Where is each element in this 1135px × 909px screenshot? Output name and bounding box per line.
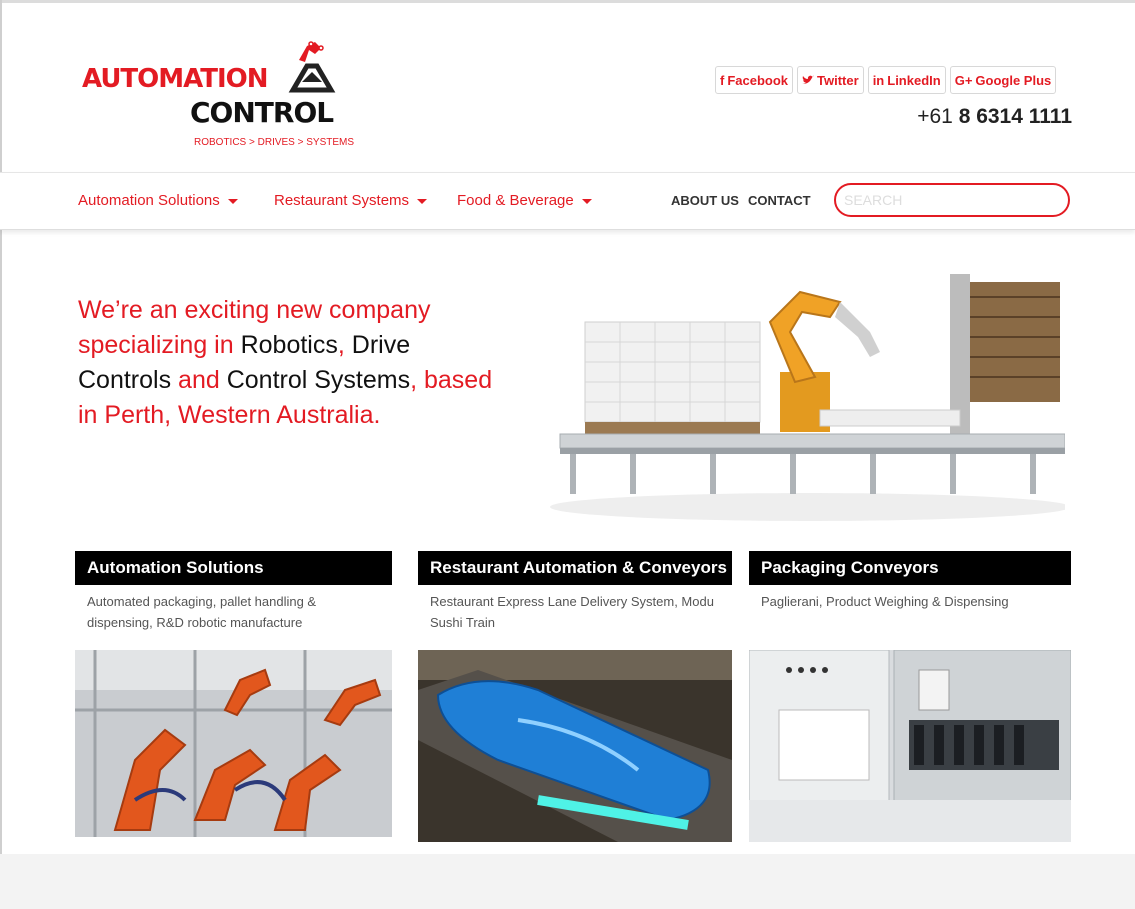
caret-down-icon [581, 198, 592, 204]
card-description: Paglierani, Product Weighing & Dispensin… [761, 594, 1009, 609]
nav-restaurant-systems[interactable]: Restaurant Systems [274, 192, 428, 209]
search-input[interactable] [834, 183, 1070, 217]
card-restaurant-automation[interactable]: Restaurant Automation & Conveyors Restau… [418, 551, 732, 842]
sushi-train-image[interactable] [418, 650, 732, 842]
hero-headline: We’re an exciting new company specializi… [78, 293, 498, 433]
phone-digits: 8 6314 1111 [958, 105, 1072, 128]
card-title[interactable]: Automation Solutions [75, 551, 392, 585]
hero-text-part: Robotics [240, 331, 338, 359]
hero-robot-conveyor-image [550, 274, 1065, 521]
linkedin-button[interactable]: in LinkedIn [867, 66, 946, 94]
twitter-icon [802, 75, 815, 84]
robots-factory-image[interactable] [75, 650, 392, 837]
nav-automation-solutions[interactable]: Automation Solutions [78, 192, 238, 209]
main-nav: Automation Solutions Restaurant Systems … [0, 172, 1135, 230]
card-packaging-conveyors[interactable]: Packaging Conveyors Paglierani, Product … [749, 551, 1071, 842]
card-title[interactable]: Restaurant Automation & Conveyors [418, 551, 732, 585]
google-plus-icon: G+ [954, 72, 973, 88]
nav-contact[interactable]: CONTACT [748, 193, 811, 208]
phone-number[interactable]: +61 8 6314 1111 [917, 105, 1072, 129]
google-plus-button[interactable]: G+ Google Plus [949, 66, 1057, 94]
card-description: Automated packaging, pallet handling & d… [87, 594, 317, 630]
window-left-edge [0, 0, 2, 909]
nav-label: Restaurant Systems [274, 192, 410, 209]
facebook-button[interactable]: f Facebook [715, 66, 794, 94]
hero-text-part: , [337, 331, 352, 359]
twitter-button[interactable]: Twitter [797, 66, 864, 94]
linkedin-label: LinkedIn [887, 72, 941, 88]
logo-word-automation: AUTOMATION [82, 64, 269, 94]
hero-text-part: and [171, 366, 227, 394]
social-links: f Facebook Twitter in LinkedIn G+ Google… [715, 66, 1057, 94]
nav-label: Automation Solutions [78, 192, 220, 209]
facebook-label: Facebook [727, 72, 789, 88]
packaging-machine-image[interactable] [749, 650, 1071, 842]
card-description: Restaurant Express Lane Delivery System,… [430, 594, 714, 630]
robot-arm-logo-icon [288, 41, 336, 93]
nav-food-beverage[interactable]: Food & Beverage [457, 192, 592, 209]
caret-down-icon [417, 198, 428, 204]
card-title[interactable]: Packaging Conveyors [749, 551, 1071, 585]
linkedin-icon: in [872, 72, 885, 88]
nav-about-us[interactable]: ABOUT US [671, 193, 739, 208]
facebook-icon: f [720, 72, 725, 88]
logo-word-control: CONTROL [190, 96, 334, 129]
site-logo[interactable]: AUTOMATION CONTROL ROBOTICS > DRIVES > S… [80, 38, 360, 153]
nav-label: Food & Beverage [457, 192, 574, 209]
phone-prefix: +61 [917, 105, 953, 128]
hero-text-part: Control Systems [226, 366, 411, 394]
logo-tagline: ROBOTICS > DRIVES > SYSTEMS [194, 137, 355, 148]
window-top-edge [0, 0, 1135, 3]
twitter-label: Twitter [817, 72, 859, 88]
card-automation-solutions[interactable]: Automation Solutions Automated packaging… [75, 551, 392, 837]
google-plus-label: Google Plus [975, 72, 1052, 88]
footer-bar [0, 854, 1135, 909]
caret-down-icon [227, 198, 238, 204]
